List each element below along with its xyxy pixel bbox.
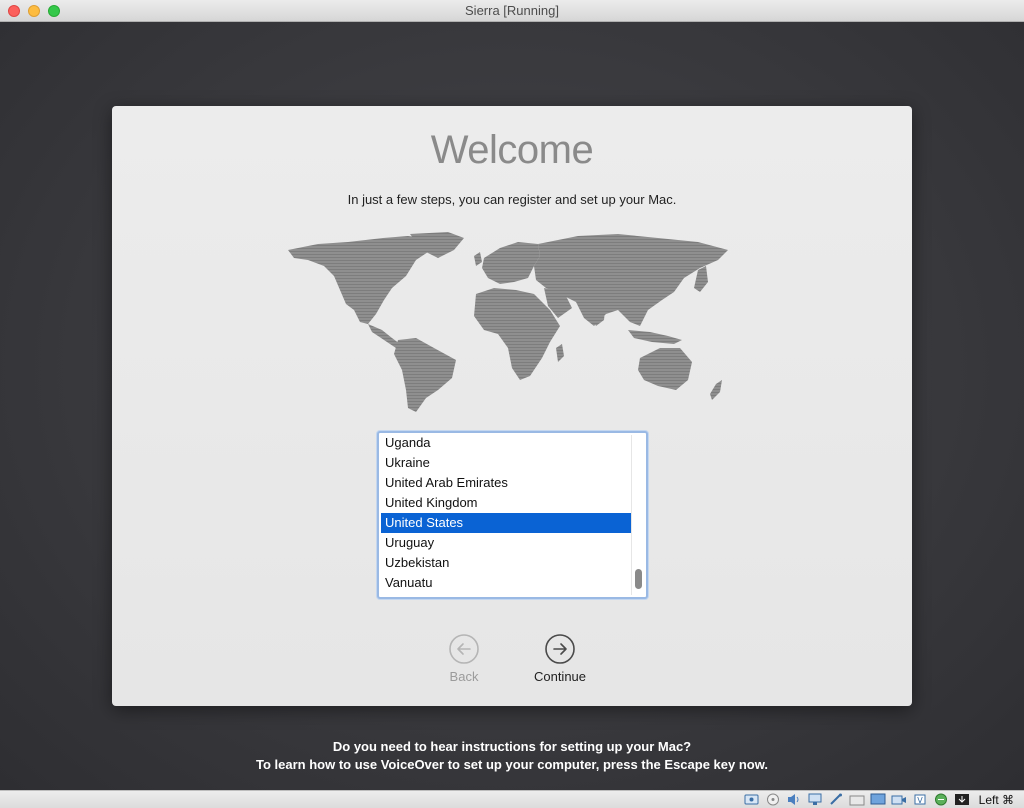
audio-icon[interactable] [786,793,802,806]
list-item-selected[interactable]: United States [381,513,631,533]
vm-screen: Welcome In just a few steps, you can reg… [0,22,1024,790]
setup-assistant-panel: Welcome In just a few steps, you can reg… [112,106,912,706]
arrow-left-circle-icon [449,634,479,664]
list-item[interactable]: Uganda [381,433,631,453]
window-title: Sierra [Running] [465,3,559,18]
welcome-heading: Welcome [430,128,594,172]
mouse-integration-icon[interactable] [933,793,949,806]
voiceover-line-2: To learn how to use VoiceOver to set up … [256,757,768,772]
display-icon[interactable] [870,793,886,806]
vm-statusbar: V Left ⌘ [0,790,1024,808]
list-scrollbar[interactable] [631,435,644,595]
back-button[interactable]: Back [424,633,504,684]
world-map-image [288,232,728,412]
arrow-right-circle-icon [545,634,575,664]
shared-folders-icon[interactable] [849,793,865,806]
list-item[interactable]: United Arab Emirates [381,473,631,493]
list-item[interactable]: United Kingdom [381,493,631,513]
back-label: Back [449,669,479,684]
video-capture-icon[interactable] [891,793,907,806]
list-item[interactable]: Ukraine [381,453,631,473]
usb-icon[interactable] [828,793,844,806]
window-titlebar: Sierra [Running] [0,0,1024,22]
voiceover-line-1: Do you need to hear instructions for set… [332,739,692,754]
svg-text:V: V [917,796,923,805]
continue-label: Continue [533,669,587,684]
continue-button[interactable]: Continue [520,633,600,684]
cpu-icon[interactable]: V [912,793,928,806]
list-item[interactable]: Uruguay [381,533,631,553]
scrollbar-thumb[interactable] [635,569,642,589]
host-key-arrow-icon[interactable] [954,793,970,806]
network-icon[interactable] [807,793,823,806]
voiceover-prompt: Do you need to hear instructions for set… [0,738,1024,774]
list-item[interactable]: Vanuatu [381,573,631,593]
country-list[interactable]: Uganda Ukraine United Arab Emirates Unit… [377,431,648,599]
welcome-subtitle: In just a few steps, you can register an… [347,192,677,207]
list-item[interactable]: Uzbekistan [381,553,631,573]
host-key-label: Left ⌘ [978,793,1014,807]
hard-disk-icon[interactable] [744,793,760,806]
optical-drive-icon[interactable] [765,793,781,806]
